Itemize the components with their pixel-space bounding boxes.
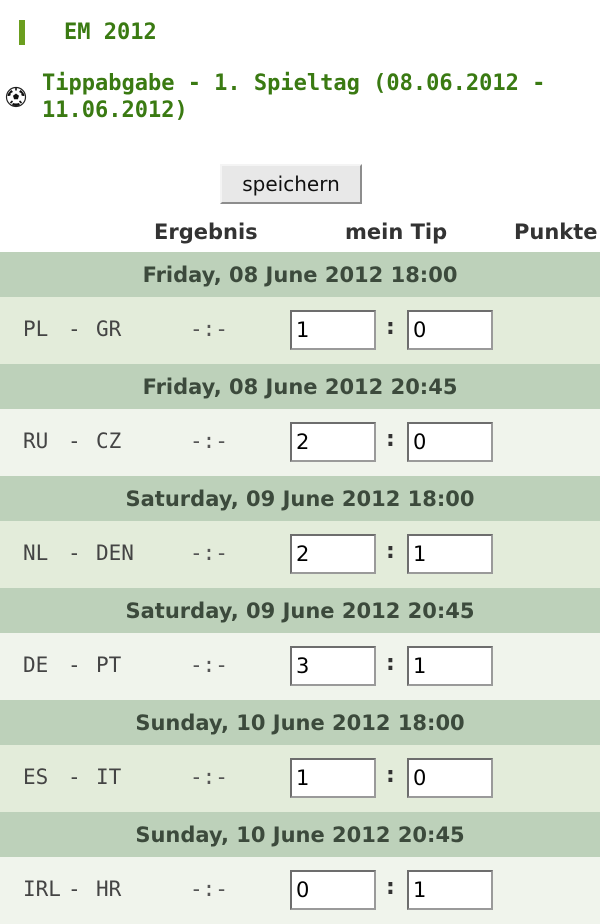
match-result: -:- — [190, 877, 228, 901]
column-header-points: Punkte — [514, 220, 598, 244]
home-team: RU — [23, 429, 49, 453]
tip-separator: : — [386, 651, 395, 676]
away-team: PT — [96, 653, 122, 677]
match-result: -:- — [190, 317, 228, 341]
match-result: -:- — [190, 429, 228, 453]
home-team: DE — [23, 653, 49, 677]
match-date-header: Friday, 08 June 2012 18:00 — [0, 252, 600, 297]
team-separator: - — [68, 429, 81, 453]
home-team: IRL — [23, 877, 61, 901]
tip-home-input[interactable] — [290, 534, 376, 574]
match-date-header: Sunday, 10 June 2012 20:45 — [0, 812, 600, 857]
column-header-tip: mein Tip — [345, 220, 448, 244]
tip-separator: : — [386, 875, 395, 900]
column-header-result: Ergebnis — [154, 220, 258, 244]
match-date-header: Saturday, 09 June 2012 18:00 — [0, 476, 600, 521]
match-result: -:- — [190, 765, 228, 789]
team-separator: - — [68, 541, 81, 565]
section-header: EM 2012 — [0, 0, 600, 70]
away-team: CZ — [96, 429, 122, 453]
tip-separator: : — [386, 763, 395, 788]
tip-separator: : — [386, 539, 395, 564]
team-separator: - — [68, 877, 81, 901]
match-row: NL-DEN -:-: — [0, 521, 600, 588]
soccer-ball-icon — [5, 86, 27, 108]
tip-away-input[interactable] — [407, 310, 493, 350]
match-list: Friday, 08 June 2012 18:00PL-GR-:-:Frida… — [0, 252, 600, 924]
tip-separator: : — [386, 427, 395, 452]
home-team: ES — [23, 765, 49, 789]
match-row: DE-PT -:-: — [0, 633, 600, 700]
match-row: RU-CZ -:-: — [0, 409, 600, 476]
match-date-header: Saturday, 09 June 2012 20:45 — [0, 588, 600, 633]
tip-home-input[interactable] — [290, 422, 376, 462]
page-title: Tippabgabe - 1. Spieltag (08.06.2012 - 1… — [42, 71, 559, 123]
tip-home-input[interactable] — [290, 646, 376, 686]
team-separator: - — [68, 653, 81, 677]
match-date-header: Sunday, 10 June 2012 18:00 — [0, 700, 600, 745]
tip-home-input[interactable] — [290, 758, 376, 798]
home-team: PL — [23, 317, 49, 341]
away-team: IT — [96, 765, 122, 789]
tip-away-input[interactable] — [407, 870, 493, 910]
tip-away-input[interactable] — [407, 534, 493, 574]
away-team: DEN — [96, 541, 134, 565]
tip-away-input[interactable] — [407, 422, 493, 462]
tip-home-input[interactable] — [290, 310, 376, 350]
away-team: GR — [96, 317, 122, 341]
match-row: ES-IT -:-: — [0, 745, 600, 812]
tip-home-input[interactable] — [290, 870, 376, 910]
section-title: EM 2012 — [64, 20, 157, 45]
match-row: PL-GR -:-: — [0, 297, 600, 364]
match-result: -:- — [190, 541, 228, 565]
section-marker — [19, 20, 25, 45]
team-separator: - — [68, 765, 81, 789]
match-row: IRL-HR -:-: — [0, 857, 600, 924]
tip-away-input[interactable] — [407, 758, 493, 798]
match-date-header: Friday, 08 June 2012 20:45 — [0, 364, 600, 409]
tip-separator: : — [386, 315, 395, 340]
team-separator: - — [68, 317, 81, 341]
match-result: -:- — [190, 653, 228, 677]
tip-away-input[interactable] — [407, 646, 493, 686]
save-button[interactable]: speichern — [220, 164, 362, 204]
away-team: HR — [96, 877, 122, 901]
home-team: NL — [23, 541, 49, 565]
